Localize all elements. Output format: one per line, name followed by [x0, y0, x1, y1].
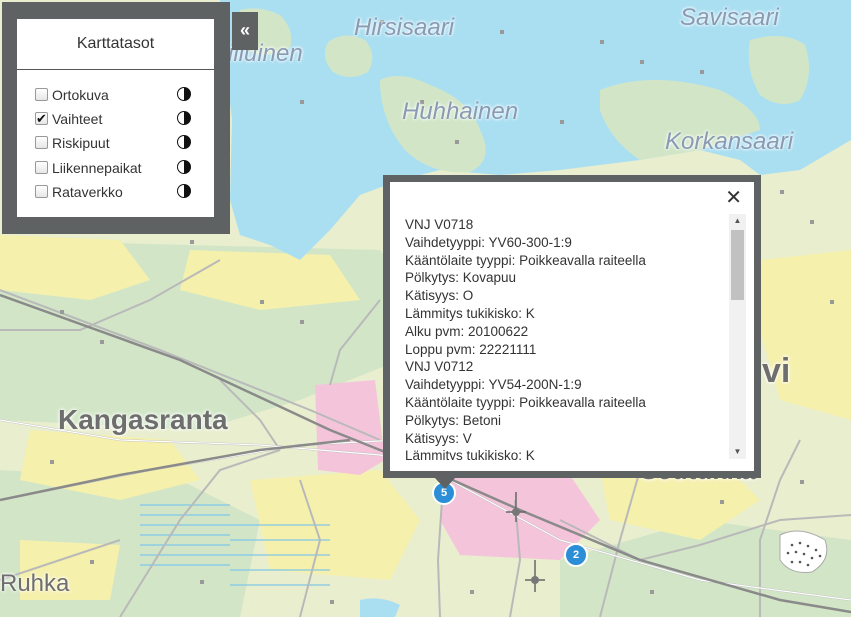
scroll-up-icon[interactable]: ▲ [729, 214, 746, 228]
label-huhhainen: Huhhainen [402, 98, 519, 125]
popup-line: Loppu pvm: 22221111 [405, 341, 537, 357]
popup-line: VNJ V0718 [405, 217, 474, 232]
popup-pointer [435, 478, 455, 489]
layer-label-rataverkko: Rataverkko [52, 184, 123, 200]
popup-scrollbar[interactable]: ▲ ▼ [729, 214, 746, 459]
label-savisaari: Savisaari [680, 4, 779, 31]
popup-line: Pölkytys: Kovapuu [405, 270, 517, 286]
opacity-icon[interactable] [177, 160, 191, 174]
layer-panel-title: Karttatasot [17, 19, 214, 70]
layer-checkbox-rataverkko[interactable] [35, 185, 48, 198]
opacity-icon[interactable] [177, 111, 191, 125]
popup-line: Kääntölaite tyyppi: Poikkeavalla raiteel… [405, 252, 646, 268]
popup-line: Lämmitys tukikisko: K [405, 448, 535, 460]
popup-line: Kätisyys: O [405, 288, 474, 304]
popup-line: Lämmitys tukikisko: K [405, 305, 535, 321]
popup-line: Kääntölaite tyyppi: Poikkeavalla raiteel… [405, 394, 646, 410]
popup-line: VNJ V0712 [405, 359, 474, 375]
layer-checkbox-ortokuva[interactable] [35, 88, 48, 101]
layer-row-ortokuva[interactable]: Ortokuva [35, 85, 195, 105]
layer-row-rataverkko[interactable]: Rataverkko [35, 182, 195, 202]
close-icon[interactable]: ✕ [725, 188, 742, 208]
popup-line: Alku pvm: 20100622 [405, 323, 529, 339]
label-korkansaari: Korkansaari [665, 128, 794, 155]
opacity-icon[interactable] [177, 87, 191, 101]
scroll-thumb[interactable] [731, 230, 744, 300]
collapse-panel-button[interactable]: « [232, 12, 258, 50]
layer-checkbox-vaihteet[interactable]: ✔ [35, 112, 48, 125]
popup-line: Pölkytys: Betoni [405, 412, 502, 428]
layer-row-vaihteet[interactable]: ✔ Vaihteet [35, 109, 195, 129]
popup-line: Kätisyys: V [405, 430, 472, 446]
opacity-icon[interactable] [177, 135, 191, 149]
layer-panel-body: Karttatasot Ortokuva ✔ Vaihteet Riskipuu… [17, 19, 214, 217]
layer-row-riskipuut[interactable]: Riskipuut [35, 133, 195, 153]
layer-label-vaihteet: Vaihteet [52, 111, 103, 127]
opacity-icon[interactable] [177, 184, 191, 198]
label-vi: vi [762, 352, 791, 390]
layer-checkbox-riskipuut[interactable] [35, 136, 48, 149]
double-chevron-left-icon: « [239, 20, 250, 40]
feature-popup: ✕ VNJ V0718 Vaihdetyyppi: YV60-300-1:9 K… [383, 175, 761, 478]
scroll-down-icon[interactable]: ▼ [729, 445, 746, 459]
popup-line: Vaihdetyyppi: YV60-300-1:9 [405, 234, 572, 250]
layer-label-liikennepaikat: Liikennepaikat [52, 160, 142, 176]
cluster-marker[interactable]: 2 [564, 543, 588, 567]
popup-content: VNJ V0718 Vaihdetyyppi: YV60-300-1:9 Kää… [405, 216, 723, 460]
layer-checkbox-liikennepaikat[interactable] [35, 161, 48, 174]
layer-panel: Karttatasot Ortokuva ✔ Vaihteet Riskipuu… [2, 2, 230, 234]
layer-row-liikennepaikat[interactable]: Liikennepaikat [35, 158, 195, 178]
layer-label-ortokuva: Ortokuva [52, 87, 109, 103]
label-ruhka: Ruhka [0, 570, 70, 597]
popup-line: Vaihdetyyppi: YV54-200N-1:9 [405, 377, 582, 393]
layer-label-riskipuut: Riskipuut [52, 135, 110, 151]
label-kangasranta: Kangasranta [58, 404, 228, 435]
feature-popup-body: ✕ VNJ V0718 Vaihdetyyppi: YV60-300-1:9 K… [390, 182, 754, 471]
label-hirsisaari: Hirsisaari [354, 14, 455, 41]
